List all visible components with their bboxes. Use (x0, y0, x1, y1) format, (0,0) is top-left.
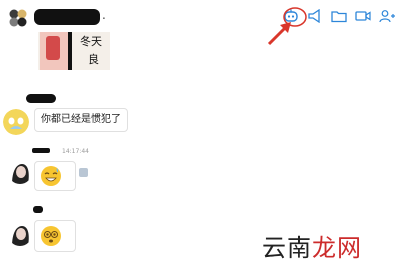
dizzy-face-emoji (40, 225, 62, 247)
chat-header: . (0, 0, 400, 46)
redacted-sender-name (26, 94, 56, 103)
watermark-part1: 云南 (262, 234, 312, 262)
redacted-chat-name (34, 9, 100, 25)
sender-avatar[interactable] (8, 222, 32, 246)
site-watermark: 云南龙网 (262, 228, 362, 263)
sweat-laugh-emoji (40, 165, 62, 187)
redacted-sender-name (33, 206, 43, 213)
message-timestamp: 14:17:44 (62, 148, 89, 155)
emoji-bubble[interactable] (34, 220, 76, 252)
sticker-text-line2: 良 (88, 53, 99, 66)
emoji-bubble[interactable] (34, 161, 76, 191)
sender-avatar[interactable] (3, 109, 29, 135)
group-members-icon[interactable] (378, 7, 396, 25)
sticker-text-line1: 冬天 (80, 35, 102, 48)
watermark-part2: 龙网 (312, 234, 362, 262)
message-list[interactable]: 冬天 良 你都已经是惯犯了 14:17:44 云南龙网 (0, 32, 400, 273)
sender-avatar[interactable] (8, 160, 32, 184)
chat-title-suffix: . (102, 8, 106, 22)
sticker-image: 冬天 良 (38, 32, 110, 70)
video-call-icon[interactable] (354, 7, 372, 25)
more-icon[interactable] (79, 168, 88, 177)
group-avatar[interactable] (8, 8, 28, 28)
redacted-sender-name (32, 148, 50, 153)
message-bubble[interactable]: 你都已经是惯犯了 (34, 108, 128, 132)
folder-icon[interactable] (330, 7, 348, 25)
